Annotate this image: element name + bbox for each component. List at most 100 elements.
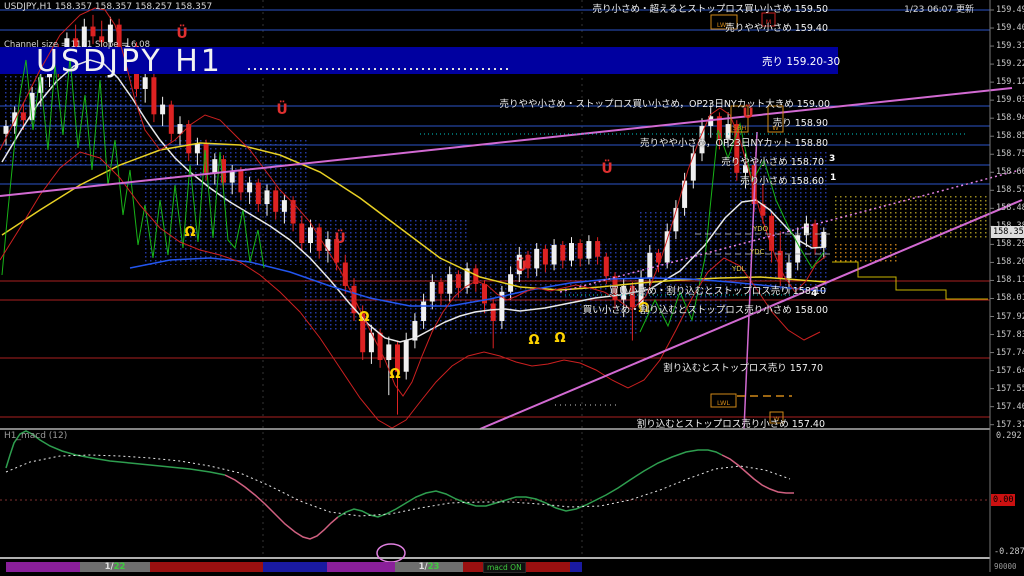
candle-body (813, 224, 818, 247)
candle-body (430, 282, 435, 302)
candle-body (447, 274, 452, 294)
price-axis-label: 159.405 (996, 23, 1024, 33)
price-axis-label: 158.850 (996, 131, 1024, 141)
candle-body (404, 341, 409, 372)
yesterday-level-label-YDO: YDO (752, 225, 769, 233)
session-segment (327, 562, 395, 572)
candle-body (534, 249, 539, 269)
price-axis-label: 157.645 (996, 366, 1024, 376)
chart-canvas[interactable]: LWHMSBHWLWLWΩΩΩΩΩΩÜÜÜÜÜÜYDOYDCYDL (0, 0, 1024, 576)
candle-body (343, 263, 348, 286)
kumo-cloud-olive (832, 194, 988, 240)
candle-body (604, 257, 609, 277)
candle-body (691, 153, 696, 180)
annotation-level-158: 買い小さめ・割り込むとストップロス売り小さめ 158.00 (583, 302, 828, 316)
updated-timestamp: 1/23 06:07 更新 (904, 2, 974, 15)
candle-body (665, 231, 670, 262)
candle-body (421, 302, 426, 322)
count-marker-4: 4 (811, 289, 817, 299)
annotation-level-158.6: 売り小さめ 158.60 (740, 173, 824, 187)
candle-body (647, 253, 652, 278)
banner-sell-note: 売り 159.20-30 (762, 54, 840, 69)
macd-on-badge[interactable]: macd ON (483, 562, 526, 573)
candle-body (178, 124, 183, 134)
candle-body (91, 27, 96, 37)
date-label: 1/23 (395, 562, 463, 572)
price-axis-label: 158.665 (996, 167, 1024, 177)
annotation-level-157.4: 割り込むとストップロス売り小さめ 157.40 (637, 416, 825, 430)
candle-body (456, 274, 461, 288)
u-arrow-marker-icon: Ü (276, 100, 287, 118)
annotation-level-158.7: 売りやや小さめ 158.70 (721, 154, 824, 168)
price-axis-label: 158.200 (996, 257, 1024, 267)
date-label: 1/22 (80, 562, 150, 572)
yesterday-level-label-YDC: YDC (749, 248, 765, 256)
candle-body (4, 126, 9, 134)
omega-marker-icon: Ω (554, 331, 565, 346)
object-box-label-SBH: SBH (733, 124, 747, 132)
price-axis-label: 157.370 (996, 420, 1024, 430)
candle-body (143, 77, 148, 89)
price-axis-label: 159.125 (996, 77, 1024, 87)
candle-body (151, 77, 156, 114)
current-price-box: 158.357 (991, 226, 1024, 238)
omega-marker-icon: Ω (184, 225, 195, 240)
candle-body (238, 171, 243, 192)
u-arrow-marker-icon: Ü (334, 229, 345, 247)
overlay-macd-pink-1 (225, 475, 338, 539)
count-marker-1: 1 (830, 173, 836, 183)
price-axis-label: 158.295 (996, 239, 1024, 249)
candle-body (160, 105, 165, 115)
candle-body (386, 344, 391, 360)
candle-body (552, 245, 557, 265)
annotation-level-159: 売りやや小さめ・ストップロス買い小さめ，OP23日NYカット大きめ 159.00 (500, 96, 831, 110)
candle-body (578, 243, 583, 259)
annotation-level-157.7: 割り込むとストップロス売り 157.70 (663, 360, 823, 374)
candle-body (212, 159, 217, 173)
price-axis-label: 159.310 (996, 41, 1024, 51)
u-arrow-marker-icon: Ü (515, 257, 526, 275)
u-arrow-marker-icon: Ü (176, 24, 187, 42)
candle-body (491, 303, 496, 321)
macd-indicator (0, 431, 990, 562)
kumo-cloud-orange (832, 242, 898, 264)
annotation-level-158.9: 売り 158.90 (773, 115, 828, 129)
candle-body (787, 263, 792, 279)
overlay-macd-pink-2 (722, 455, 794, 493)
session-segment (263, 562, 327, 572)
price-axis-label: 158.940 (996, 113, 1024, 123)
candle-body (230, 171, 235, 183)
omega-marker-icon: Ω (358, 310, 369, 325)
candle-body (325, 239, 330, 251)
candle-body (256, 183, 261, 204)
channel-info-label: Channel size = 1171 Slope = 6.08 (4, 40, 150, 50)
candle-body (595, 241, 600, 257)
candle-body (682, 181, 687, 208)
omega-marker-icon: Ω (528, 333, 539, 348)
overlay-macd-signal-dotted (6, 455, 790, 516)
price-axis-label: 159.495 (996, 5, 1024, 15)
mt4-chart-window: LWHMSBHWLWLWΩΩΩΩΩΩÜÜÜÜÜÜYDOYDCYDL USDJPY… (0, 0, 1024, 576)
session-segment (570, 562, 582, 572)
candle-body (586, 241, 591, 259)
u-arrow-marker-icon: Ü (601, 159, 612, 177)
price-axis-label: 159.035 (996, 95, 1024, 105)
candle-body (543, 249, 548, 265)
price-axis-label: 157.925 (996, 312, 1024, 322)
candle-body (560, 245, 565, 261)
price-axis-label: 158.570 (996, 185, 1024, 195)
annotation-level-159.4: 売りやや小さめ 159.40 (725, 20, 828, 34)
price-axis-label: 157.740 (996, 348, 1024, 358)
candle-body (282, 200, 287, 212)
candle-body (299, 224, 304, 244)
candle-body (439, 282, 444, 294)
candle-body (569, 243, 574, 261)
price-axis-label: 157.555 (996, 384, 1024, 394)
price-axis[interactable]: 159.495159.405159.310159.220159.125159.0… (992, 0, 1024, 576)
yesterday-level-label-YDL: YDL (731, 265, 746, 273)
candle-body (273, 190, 278, 211)
annotation-level-158.8: 売りやや小さめ，OP23日NYカット 158.80 (640, 135, 828, 149)
macd-zero-box: 0.00 (991, 494, 1015, 506)
session-segment: 1/23 (395, 562, 463, 572)
candle-body (21, 112, 26, 120)
